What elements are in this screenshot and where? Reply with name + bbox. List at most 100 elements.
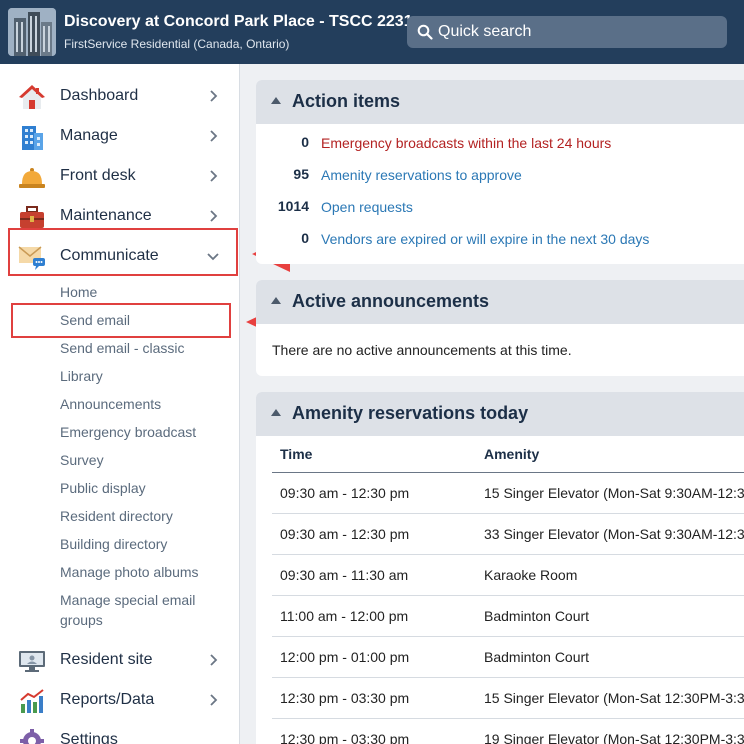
action-item-count: 0 [301,134,309,150]
submenu-manage-photo-albums[interactable]: Manage photo albums [60,562,199,582]
cell-amenity: 33 Singer Elevator (Mon-Sat 9:30AM-12:30 [476,513,744,555]
action-items-panel: Action items 0 Emergency broadcasts with… [256,80,744,264]
sidebar-item-label: Manage [60,127,118,144]
empty-announcements-text: There are no active announcements at thi… [272,342,572,358]
submenu-public-display[interactable]: Public display [60,478,146,498]
action-item-row: 0 Vendors are expired or will expire in … [256,227,744,251]
submenu-building-directory[interactable]: Building directory [60,534,167,554]
submenu-announcements[interactable]: Announcements [60,394,161,414]
submenu-manage-special-email-groups[interactable]: Manage special email [60,590,195,610]
action-item-link[interactable]: Emergency broadcasts within the last 24 … [321,135,611,151]
action-item-link[interactable]: Open requests [321,199,413,215]
top-bar: Discovery at Concord Park Place - TSCC 2… [0,0,744,64]
column-header-amenity[interactable]: Amenity [476,437,744,473]
caret-up-icon [271,409,281,416]
search-icon [417,24,433,40]
quick-search-input[interactable]: Quick search [407,16,727,48]
cell-time: 09:30 am - 12:30 pm [272,513,476,555]
action-item-link[interactable]: Amenity reservations to approve [321,167,522,183]
submenu-emergency-broadcast[interactable]: Emergency broadcast [60,422,196,442]
submenu-send-email-classic[interactable]: Send email - classic [60,338,185,358]
chevron-right-icon [210,654,218,666]
chevron-down-icon [207,253,219,261]
sidebar-item-reports-data[interactable]: Reports/Data [0,680,240,720]
cell-time: 09:30 am - 12:30 pm [272,472,476,514]
cell-amenity: 19 Singer Elevator (Mon-Sat 12:30PM-3:30 [476,718,744,744]
cell-amenity: Badminton Court [476,595,744,637]
building-logo[interactable] [8,8,56,56]
sidebar-item-front-desk[interactable]: Front desk [0,156,240,196]
toolbox-icon [20,206,44,228]
caret-up-icon [271,97,281,104]
cell-amenity: Karaoke Room [476,554,744,596]
cell-time: 09:30 am - 11:30 am [272,554,476,596]
table-header-row: Time Amenity [272,437,744,473]
sidebar-item-label: Front desk [60,167,136,184]
cell-time: 11:00 am - 12:00 pm [272,595,476,637]
table-row[interactable]: 12:30 pm - 03:30 pm 15 Singer Elevator (M… [272,677,744,719]
amenity-reservations-header[interactable]: Amenity reservations today [256,392,744,436]
sidebar-item-dashboard[interactable]: Dashboard [0,76,240,116]
sidebar-item-manage[interactable]: Manage [0,116,240,156]
gear-icon [20,729,44,744]
action-item-count: 0 [301,230,309,246]
action-items-header[interactable]: Action items [256,80,744,124]
announcements-header[interactable]: Active announcements [256,280,744,324]
building-icon [22,126,43,150]
envelope-chat-icon [18,246,45,270]
announcements-panel: Active announcements There are no active… [256,280,744,376]
action-item-row: 95 Amenity reservations to approve [256,163,744,187]
sidebar-item-label: Settings [60,731,118,744]
table-row[interactable]: 12:00 pm - 01:00 pm Badminton Court [272,636,744,678]
submenu-send-email[interactable]: Send email [60,310,130,330]
chevron-right-icon [210,90,218,102]
search-placeholder: Quick search [438,23,532,40]
sidebar-item-maintenance[interactable]: Maintenance [0,196,240,236]
cell-amenity: 15 Singer Elevator (Mon-Sat 12:30PM-3:30 [476,677,744,719]
sidebar-item-resident-site[interactable]: Resident site [0,640,240,680]
cell-time: 12:30 pm - 03:30 pm [272,718,476,744]
action-item-count: 1014 [277,198,309,214]
sidebar: Dashboard Manage Front desk Maintenance [0,64,240,744]
site-title: Discovery at Concord Park Place - TSCC 2… [64,13,413,30]
site-subtitle: FirstService Residential (Canada, Ontari… [64,37,290,51]
sidebar-item-settings[interactable]: Settings [0,720,240,744]
reservations-table: Time Amenity 09:30 am - 12:30 pm 15 Singe… [272,437,744,744]
submenu-survey[interactable]: Survey [60,450,104,470]
cell-amenity: Badminton Court [476,636,744,678]
chevron-right-icon [210,210,218,222]
chevron-right-icon [210,170,218,182]
panel-title: Active announcements [292,291,490,311]
sidebar-item-label: Reports/Data [60,691,155,708]
sidebar-item-label: Resident site [60,651,153,668]
chevron-right-icon [210,694,218,706]
submenu-library[interactable]: Library [60,366,103,386]
bell-icon [19,168,45,188]
table-row[interactable]: 11:00 am - 12:00 pm Badminton Court [272,595,744,637]
sidebar-item-label: Maintenance [60,207,152,224]
table-row[interactable]: 09:30 am - 11:30 am Karaoke Room [272,554,744,596]
table-row[interactable]: 12:30 pm - 03:30 pm 19 Singer Elevator (M… [272,718,744,744]
column-header-time[interactable]: Time [272,437,476,473]
chevron-right-icon [210,130,218,142]
table-row[interactable]: 09:30 am - 12:30 pm 15 Singer Elevator (M… [272,472,744,514]
panel-title: Amenity reservations today [292,403,529,423]
cell-amenity: 15 Singer Elevator (Mon-Sat 9:30AM-12:30 [476,472,744,514]
action-item-row: 0 Emergency broadcasts within the last 2… [256,131,744,155]
sidebar-item-label: Dashboard [60,87,139,104]
action-item-link[interactable]: Vendors are expired or will expire in th… [321,231,649,247]
monitor-icon [19,651,45,672]
house-icon [19,85,45,109]
panel-title: Action items [292,91,401,111]
amenity-reservations-panel: Amenity reservations today Time Amenity … [256,392,744,744]
chart-icon [20,689,44,713]
submenu-home[interactable]: Home [60,282,97,302]
action-item-count: 95 [293,166,309,182]
submenu-manage-special-email-groups-line2[interactable]: groups [60,610,103,630]
action-item-row: 1014 Open requests [256,195,744,219]
table-row[interactable]: 09:30 am - 12:30 pm 33 Singer Elevator (M… [272,513,744,555]
sidebar-item-communicate[interactable]: Communicate [0,236,240,276]
cell-time: 12:00 pm - 01:00 pm [272,636,476,678]
caret-up-icon [271,297,281,304]
submenu-resident-directory[interactable]: Resident directory [60,506,173,526]
